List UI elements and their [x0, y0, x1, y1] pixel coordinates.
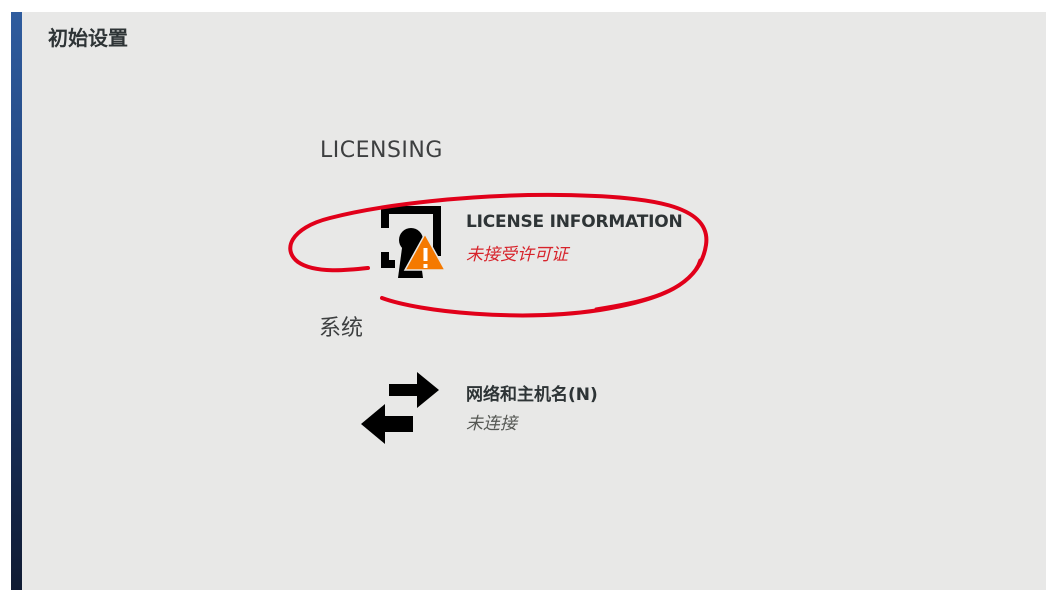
network-spoke-title: 网络和主机名(N) [466, 385, 598, 405]
sidebar-gradient-strip [11, 12, 22, 590]
window-title: 初始设置 [48, 26, 128, 50]
section-heading-licensing: LICENSING [320, 138, 443, 163]
network-spoke-status: 未连接 [466, 414, 517, 434]
main-panel: 初始设置 LICENSING LICENSE INFORMATION 未接受许可… [22, 12, 1046, 590]
license-warning-icon [381, 206, 447, 278]
network-hostname-spoke[interactable]: 网络和主机名(N) 未连接 [357, 364, 697, 444]
license-information-spoke[interactable]: LICENSE INFORMATION 未接受许可证 [357, 198, 697, 278]
license-spoke-status: 未接受许可证 [466, 245, 568, 265]
initial-setup-screen: 初始设置 LICENSING LICENSE INFORMATION 未接受许可… [0, 0, 1046, 590]
network-arrows-icon [361, 372, 439, 444]
license-spoke-title: LICENSE INFORMATION [466, 212, 683, 232]
section-heading-system: 系统 [319, 316, 364, 341]
